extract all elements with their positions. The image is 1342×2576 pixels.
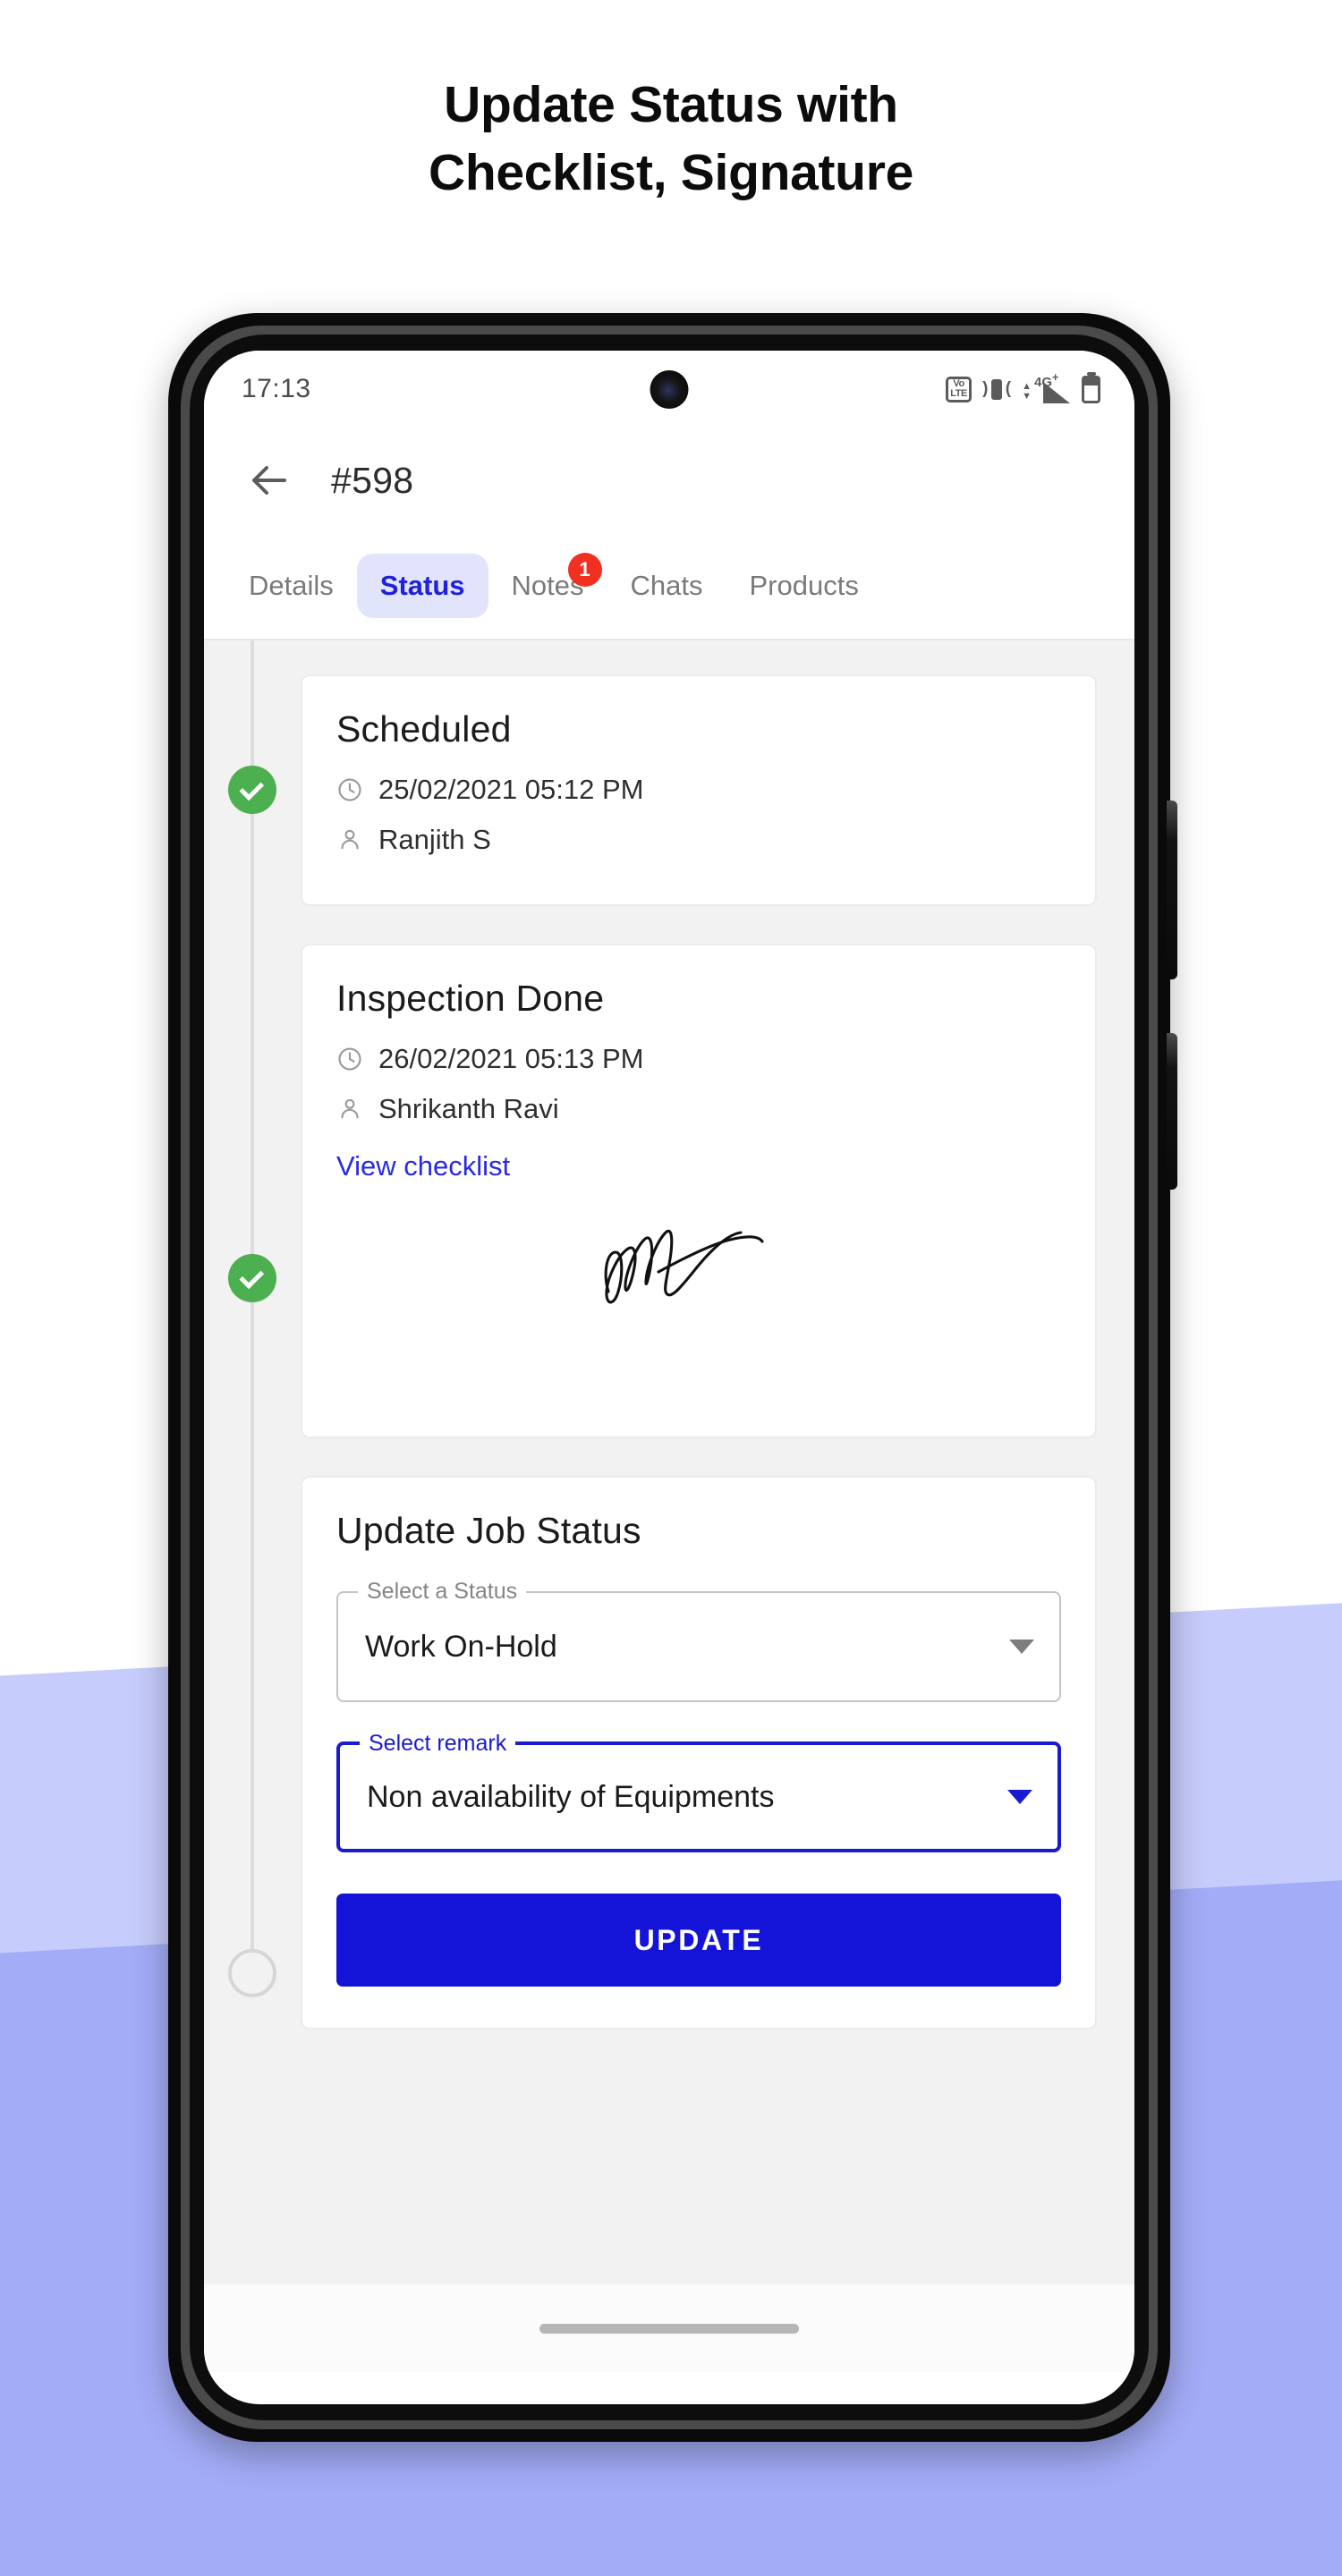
page-root: Update Status with Checklist, Signature …: [0, 0, 1342, 2576]
headline-line-2: Checklist, Signature: [429, 143, 913, 201]
home-gesture-pill[interactable]: [539, 2323, 799, 2334]
status-bar: 17:13 Vo LTE ) ( ▲ ▼ 4G+: [204, 351, 1134, 428]
tab-details-label: Details: [249, 570, 334, 601]
status-card-person-row: Shrikanth Ravi: [336, 1093, 1061, 1125]
status-card-datetime-row: 25/02/2021 05:12 PM: [336, 774, 1061, 806]
select-remark-field[interactable]: Select remark Non availability of Equipm…: [336, 1731, 1061, 1852]
status-card-person: Shrikanth Ravi: [378, 1093, 559, 1124]
back-arrow-icon[interactable]: [245, 457, 292, 504]
clock-icon: [336, 776, 363, 803]
timeline-node-scheduled: [228, 766, 276, 814]
status-card-person-row: Ranjith S: [336, 824, 1061, 856]
update-button[interactable]: UPDATE: [336, 1894, 1061, 1987]
status-cards: Scheduled 25/02/2021 05:12 PM Ranjith S …: [301, 640, 1134, 2067]
vibrate-icon: ) (: [982, 376, 1012, 402]
status-bar-clock: 17:13: [242, 374, 311, 403]
headline-line-1: Update Status with: [444, 76, 898, 133]
select-remark-value: Non availability of Equipments: [367, 1779, 775, 1814]
status-card-datetime: 26/02/2021 05:13 PM: [378, 1043, 644, 1074]
app-bar: #598: [204, 428, 1134, 533]
tab-bar: Details Status Notes 1 Chats Products: [204, 533, 1134, 640]
timeline-rail: [251, 640, 254, 1973]
tab-details[interactable]: Details: [225, 554, 357, 618]
signature-scribble-icon: [604, 1229, 764, 1304]
data-transfer-arrows-icon: ▲ ▼: [1022, 381, 1032, 402]
update-button-label: UPDATE: [633, 1923, 764, 1956]
phone-screen: 17:13 Vo LTE ) ( ▲ ▼ 4G+ #598 Details St…: [204, 351, 1134, 2404]
phone-device: 17:13 Vo LTE ) ( ▲ ▼ 4G+ #598 Details St…: [168, 313, 1177, 2442]
status-card-title: Scheduled: [336, 708, 512, 750]
view-checklist-link[interactable]: View checklist: [336, 1150, 510, 1182]
vibrate-icon-wave-left: ): [982, 379, 989, 398]
page-headline: Update Status with Checklist, Signature: [0, 72, 1342, 208]
select-status-field[interactable]: Select a Status Work On-Hold: [336, 1579, 1061, 1702]
status-timeline-body: Scheduled 25/02/2021 05:12 PM Ranjith S …: [204, 640, 1134, 2284]
timeline-node-inspection: [228, 1254, 276, 1302]
tab-notes[interactable]: Notes 1: [488, 553, 607, 618]
status-card-person: Ranjith S: [378, 824, 491, 855]
power-button[interactable]: [1167, 1033, 1177, 1190]
select-remark-legend: Select remark: [360, 1731, 516, 1757]
volume-button[interactable]: [1167, 801, 1177, 979]
system-navigation-bar: [204, 2284, 1134, 2372]
update-card-title: Update Job Status: [336, 1510, 641, 1551]
page-title: #598: [331, 459, 414, 501]
person-icon: [336, 1096, 363, 1123]
status-card-datetime: 25/02/2021 05:12 PM: [378, 774, 644, 805]
timeline-node-pending: [228, 1949, 276, 1997]
status-card-title: Inspection Done: [336, 978, 605, 1019]
front-camera-punchhole: [650, 370, 689, 409]
select-status-legend: Select a Status: [358, 1579, 527, 1605]
tab-chats[interactable]: Chats: [607, 554, 726, 618]
chevron-down-icon[interactable]: [1007, 1790, 1032, 1804]
tab-notes-badge: 1: [567, 553, 602, 587]
tab-chats-label: Chats: [630, 570, 703, 601]
battery-icon: [1082, 375, 1100, 403]
volte-icon: Vo LTE: [946, 376, 973, 402]
signature-area: [336, 1182, 1061, 1406]
vibrate-icon-wave-right: (: [1005, 379, 1012, 398]
volte-icon-bottom: LTE: [950, 388, 967, 399]
status-bar-icons: Vo LTE ) ( ▲ ▼ 4G+: [946, 371, 1100, 403]
update-job-status-card: Update Job Status Select a Status Work O…: [301, 1476, 1097, 2029]
status-card-inspection: Inspection Done 26/02/2021 05:13 PM Shri…: [301, 944, 1097, 1438]
tab-products[interactable]: Products: [726, 554, 881, 618]
battery-icon-fill: [1084, 377, 1098, 386]
signal-bars-icon: [1043, 382, 1070, 403]
select-status-value: Work On-Hold: [365, 1629, 557, 1664]
person-icon: [336, 826, 363, 853]
status-card-scheduled: Scheduled 25/02/2021 05:12 PM Ranjith S: [301, 674, 1097, 906]
signal-4g-icon: ▲ ▼ 4G+: [1022, 371, 1070, 403]
tab-status[interactable]: Status: [356, 554, 488, 618]
vibrate-icon-body: [991, 378, 1003, 400]
tab-products-label: Products: [749, 570, 859, 601]
tab-status-label: Status: [379, 570, 465, 601]
chevron-down-icon[interactable]: [1009, 1640, 1034, 1654]
clock-icon: [336, 1046, 363, 1072]
status-card-datetime-row: 26/02/2021 05:13 PM: [336, 1043, 1061, 1075]
